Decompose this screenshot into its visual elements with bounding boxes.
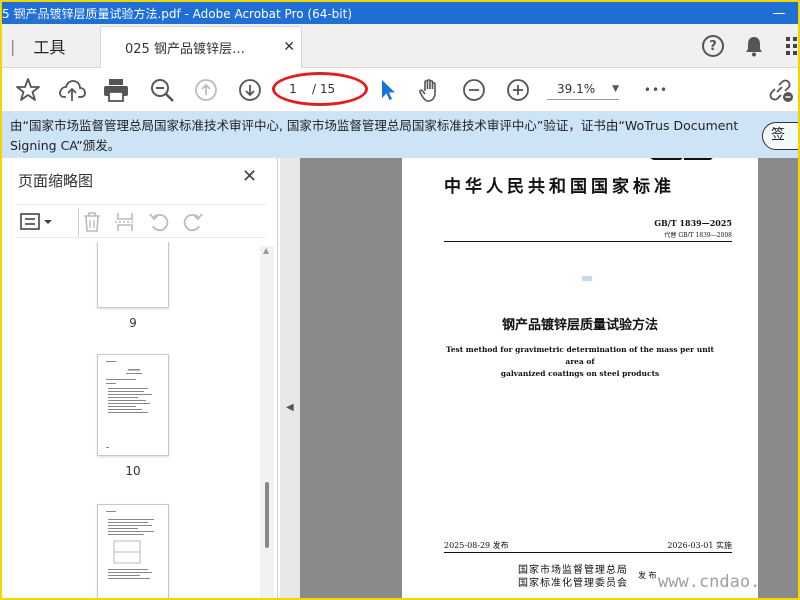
panel-title: 页面缩略图 — [18, 172, 94, 190]
select-cursor-icon[interactable] — [374, 76, 402, 104]
signature-notice-bar: 由“国家市场监督管理总局国家标准技术审评中心, 国家市场监督管理总局国家标准技术… — [2, 112, 798, 158]
org-line-1: 国家市场监督管理总局 — [518, 565, 628, 576]
red-annotation-oval — [272, 72, 368, 106]
ics-mark — [582, 276, 592, 281]
thumbnail-page-9[interactable] — [97, 242, 169, 308]
tab-edge: | — [10, 36, 16, 56]
close-tab-icon[interactable]: ✕ — [283, 39, 295, 55]
main-toolbar: 1 / 15 39.1% ▼ ••• — [2, 68, 798, 112]
previous-page-icon[interactable] — [192, 76, 220, 104]
thumbnail-page-10[interactable] — [97, 354, 169, 456]
zoom-level-dropdown[interactable]: 39.1% ▼ — [547, 78, 619, 100]
help-icon[interactable]: ? — [702, 35, 724, 57]
tab-tools-label: 工具 — [33, 38, 66, 57]
thumbnail-label-9: 9 — [129, 316, 137, 330]
share-link-icon[interactable] — [766, 76, 794, 104]
next-page-icon[interactable] — [236, 76, 264, 104]
apps-grid-icon[interactable] — [786, 37, 798, 55]
replaces-standard: 代替 GB/T 1839—2008 — [664, 232, 732, 239]
more-tools-icon[interactable]: ••• — [642, 76, 670, 104]
bell-icon[interactable] — [744, 35, 764, 57]
rotate-right-icon[interactable] — [182, 211, 204, 233]
issue-date: 2025-08-29 发布 — [444, 541, 509, 550]
thumbnail-page-11[interactable] — [97, 504, 169, 598]
window-title: 5 钢产品镀锌层质量试验方法.pdf - Adobe Acrobat Pro (… — [2, 6, 353, 21]
gb-logo — [650, 158, 713, 160]
thumbnail-scrollbar[interactable]: ▲ — [260, 246, 274, 598]
close-panel-icon[interactable]: ✕ — [242, 166, 257, 187]
tab-bar: | 工具 025 钢产品镀锌层… ✕ ? — [2, 24, 798, 68]
issued-label: 发 布 — [638, 571, 657, 580]
thumbnail-label-10: 10 — [125, 464, 141, 478]
collapse-left-icon[interactable]: ◀ — [286, 402, 294, 413]
scrollbar-thumb[interactable] — [265, 482, 269, 548]
tab-document-label: 025 钢产品镀锌层… — [125, 42, 245, 57]
document-title-en-line1: Test method for gravimetric determinatio… — [446, 345, 714, 366]
org-line-2: 国家标准化管理委员会 — [518, 578, 628, 589]
header-rule — [444, 241, 732, 242]
document-title-en: Test method for gravimetric determinatio… — [442, 344, 718, 380]
standard-number: GB/T 1839—2025 — [654, 218, 732, 228]
options-menu-icon[interactable] — [20, 212, 54, 232]
implementation-date: 2026-03-01 实施 — [667, 541, 732, 550]
bookmark-star-icon[interactable] — [14, 76, 42, 104]
document-view[interactable]: 中华人民共和国国家标准 GB/T 1839—2025 代替 GB/T 1839—… — [300, 158, 798, 598]
split-page-icon[interactable] — [114, 211, 136, 233]
standard-title: 中华人民共和国国家标准 — [444, 177, 675, 197]
tab-tools[interactable]: | 工具 — [2, 24, 94, 68]
zoom-in-icon[interactable] — [504, 76, 532, 104]
document-title-en-line2: galvanized coatings on steel products — [500, 369, 660, 378]
signature-panel-button[interactable]: 签 — [762, 122, 798, 150]
delete-page-icon[interactable] — [82, 211, 102, 233]
zoom-out-search-icon[interactable] — [148, 76, 176, 104]
tab-document[interactable]: 025 钢产品镀锌层… ✕ — [100, 26, 302, 68]
thumbnail-toolbar — [16, 204, 266, 238]
chevron-down-icon: ▼ — [612, 83, 619, 94]
issuing-organizations: 国家市场监督管理总局 国家标准化管理委员会 — [518, 564, 628, 590]
zoom-out-icon[interactable] — [460, 76, 488, 104]
footer-rule — [444, 552, 732, 553]
page-thumbnails-panel: 页面缩略图 ✕ 9 10 ▲ — [2, 158, 278, 598]
signature-notice-text: 由“国家市场监督管理总局国家标准技术审评中心, 国家市场监督管理总局国家标准技术… — [10, 118, 739, 153]
rotate-left-icon[interactable] — [148, 211, 170, 233]
hand-tool-icon[interactable] — [416, 76, 444, 104]
document-title-cn: 钢产品镀锌层质量试验方法 — [501, 318, 658, 333]
zoom-level-value: 39.1% — [557, 81, 596, 96]
scroll-up-icon[interactable]: ▲ — [263, 246, 269, 255]
upload-cloud-icon[interactable] — [58, 76, 86, 104]
print-icon[interactable] — [102, 76, 130, 104]
app-window: 5 钢产品镀锌层质量试验方法.pdf - Adobe Acrobat Pro (… — [2, 2, 798, 598]
pdf-page: 中华人民共和国国家标准 GB/T 1839—2025 代替 GB/T 1839—… — [402, 158, 758, 598]
minimize-button[interactable]: — — [760, 6, 798, 21]
divider — [78, 208, 79, 236]
thumbnail-list: 9 10 ▲ — [2, 242, 278, 598]
title-bar: 5 钢产品镀锌层质量试验方法.pdf - Adobe Acrobat Pro (… — [2, 2, 798, 24]
panel-collapse-strip[interactable]: ◀ — [280, 158, 300, 598]
